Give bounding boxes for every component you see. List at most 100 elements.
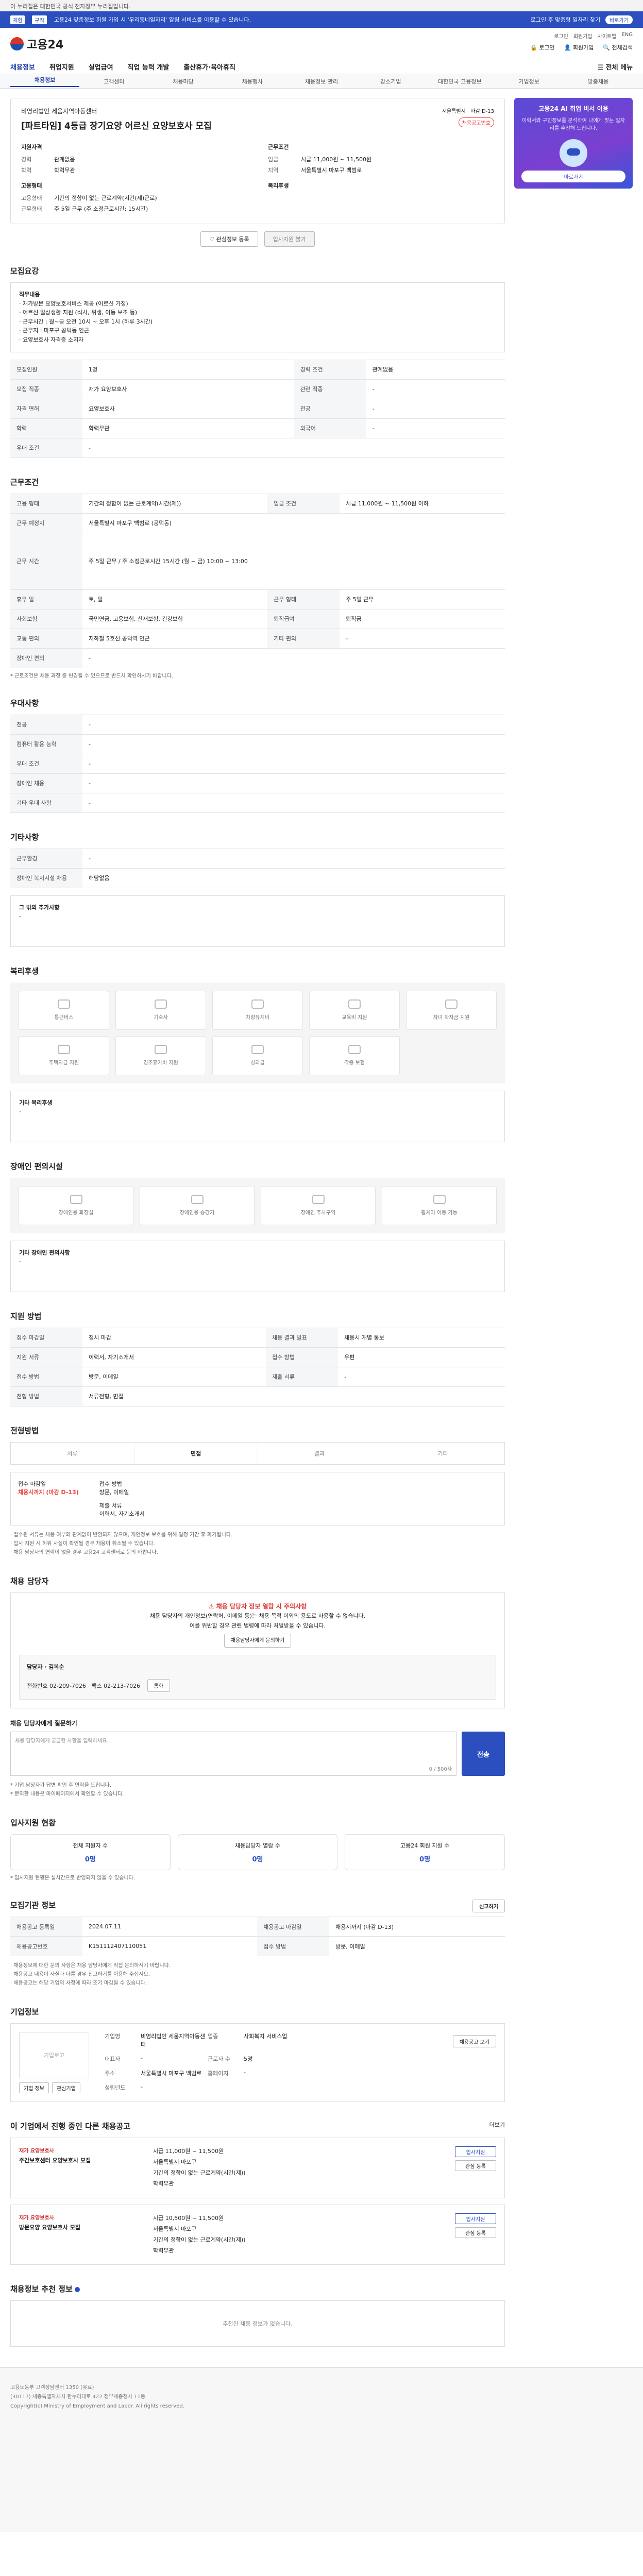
table-row: 기타 우대 사항 - [10,792,505,813]
process-steps: 서류 면접 결과 기타 [10,1442,505,1465]
process-section: 전형방법 서류 면접 결과 기타 접수 마감일 채용시까지 (마감 D-13) 접… [10,1425,505,1557]
job-number-badge: 채용공고번호 [458,117,494,127]
condition-note: * 근로조건은 채용 과정 중 변경될 수 있으므로 반드시 확인하시기 바랍니… [10,673,173,679]
search-icon-button[interactable]: 🔍 전체검색 [603,43,633,52]
util-link[interactable]: 사이트맵 [598,32,617,40]
bookmark-button[interactable]: 관심 등록 [455,2160,496,2172]
section-title: 모집기관 정보 신고하기 [10,1900,505,1913]
util-link[interactable]: 회원가입 [573,32,593,40]
login-icon-button[interactable]: 🔒 로그인 [530,43,555,52]
table-row: 장애인 편의 - [10,648,505,668]
subnav-item[interactable]: 채용정보 [10,76,80,87]
welfare-heading: 복리후생 [268,182,289,189]
apply-button[interactable]: 입사지원 [455,2146,496,2158]
table-row: 자격 면허 요양보호사 전공 - [10,398,505,419]
apply-disabled-button[interactable]: 입사지원 불가 [264,231,315,247]
nav-item-jobs[interactable]: 채용정보 [10,62,35,72]
ask-manager-button[interactable]: 채용담당자에게 문의하기 [224,1634,292,1648]
welfare-tile: 통근버스 [19,990,109,1030]
cap-icon [445,999,458,1009]
bookmark-button[interactable]: ♡ 관심정보 등록 [200,231,258,247]
util-link[interactable]: ENG [621,32,633,40]
job-title: [파트타임] 4등급 장기요양 어르신 요양보호사 모집 [21,121,212,131]
apply-button[interactable]: 입사지원 [455,2213,496,2224]
sub-nav: 채용정보 고객센터 채용마당 채용행사 채용정보 관리 강소기업 대한민국 고용… [0,74,643,89]
subnav-item[interactable]: 채용행사 [218,77,287,86]
subnav-item[interactable]: 맞춤채용 [564,77,633,86]
report-button[interactable]: 신고하기 [472,1900,505,1913]
section-title: 장애인 편의시설 [10,1161,63,1171]
step-item: 결과 [258,1442,382,1464]
facility-tile: 장애인용 승강기 [140,1185,255,1225]
subnav-item[interactable]: 고객센터 [79,77,148,86]
table-row: 장애인 채용 - [10,773,505,793]
job-item[interactable]: 재가 요양보호사 방문요양 요양보호사 모집 시급 10,500원 ~ 11,50… [10,2204,505,2265]
step-item: 면접 [134,1442,258,1464]
welfare-section: 복리후생 통근버스 기숙사 차량유지비 교육비 지원 자녀 학자금 지원 주택자… [10,965,505,1142]
org-info-button[interactable]: 기업 정보 [19,2082,49,2094]
question-textarea[interactable]: 채용 담당자에게 궁금한 사항을 입력하세요. 0 / 500자 [10,1732,456,1776]
bookmark-button[interactable]: 관심 등록 [455,2227,496,2238]
welfare-tile: 경조휴가비 지원 [115,1036,206,1075]
table-row: 근무환경 - [10,848,505,869]
ad-cta-button[interactable]: 바로가기 [521,171,625,182]
elevator-icon [191,1195,204,1205]
nav-item-support[interactable]: 취업지원 [49,62,74,72]
table-row: 휴무 일 토, 일 근무 형태 주 5일 근무 [10,589,505,609]
meta-table: 채용공고 등록일 2024.07.11 채용공고 마감일 채용시까지 (마감 D-13… [10,1917,505,1957]
ai-ad-banner[interactable]: 고용24 AI 취업 비서 이용 이력서와 구인정보를 분석하여 나에게 맞는 … [514,98,633,189]
shield-icon [348,1045,361,1055]
subnav-item[interactable]: 채용정보 관리 [287,77,356,86]
process-notes: · 접수된 서류는 채용 여부와 관계없이 반환되지 않으며, 개인정보 보호를… [10,1532,233,1555]
site-footer: 고용노동부 고객상담센터 1350 (유료) (30117) 세종특별자치시 한… [0,2367,643,2533]
company-name[interactable]: 비영리법인 세움지역아동센터 [21,107,494,115]
dorm-icon [155,999,167,1009]
banner-tag-2[interactable]: 구직 [32,15,47,24]
call-button[interactable]: 통화 [147,1679,171,1692]
subnav-item[interactable]: 기업정보 [495,77,564,86]
site-logo[interactable]: 고용24 [10,36,63,52]
privacy-alert: ⚠ 채용 담당자 정보 열람 시 주의사항 채용 담당자의 개인정보(연락처, … [19,1601,496,1648]
empty-state: 추천된 채용 정보가 없습니다. [10,2300,505,2347]
org-follow-button[interactable]: 관심기업 [52,2082,80,2094]
subnav-item[interactable]: 채용마당 [148,77,217,86]
manager-name: 담당자 · 김복순 [27,1664,64,1671]
meta-section: 모집기관 정보 신고하기 채용공고 등록일 2024.07.11 채용공고 마감일 채용… [10,1900,505,1988]
employment-heading: 고용형태 [21,182,42,189]
more-link[interactable]: 더보기 [489,2121,505,2129]
gov-notice: 이 누리집은 대한민국 공식 전자정부 누리집입니다. [0,0,643,11]
all-menu-button[interactable]: ☰ 전체 메뉴 [597,62,633,72]
table-row: 전형 방법 서류전형, 면접 [10,1386,505,1406]
stat-card: 채용담당자 열람 수 0명 [177,1834,338,1871]
table-row: 근무 시간 주 5일 근무 / 주 소정근로시간 15시간 (월 ~ 금) 10:… [10,532,505,590]
nav-item-training[interactable]: 직업 능력 개발 [128,62,170,72]
section-title: 근무조건 [10,477,39,487]
banner-tag-1[interactable]: 체험 [10,15,25,24]
section-title: 기타사항 [10,832,39,842]
job-description: 직무내용 · 재가방문 요양보호서비스 제공 (어르신 가정) · 어르신 일상… [10,282,505,352]
org-jobs-button[interactable]: 채용공고 보기 [452,2035,496,2048]
send-button[interactable]: 전송 [462,1732,505,1776]
other-table: 근무환경 - 장애인 복지시설 채용 해당없음 [10,848,505,888]
org-details: 기업명 비영리법인 세움지역아동센터 업종 사회복지 서비스업 대표자 - 근로자 수 5명… [105,2033,287,2091]
banner-right-text: 로그인 후 맞춤형 일자리 찾기 [530,16,601,23]
sidebar: 고용24 AI 취업 비서 이용 이력서와 구인정보를 분석하여 나에게 맞는 … [514,89,633,2347]
step-item: 기타 [437,1450,448,1457]
job-item-title: 방문요양 요양보호사 모집 [19,2224,80,2231]
banner-link-button[interactable]: 바로가기 [605,15,633,24]
parking-icon [312,1195,325,1205]
section-title: 복리후생 [10,966,39,976]
job-item-title: 주간보호센터 요양보호사 모집 [19,2157,91,2164]
subnav-item[interactable]: 강소기업 [356,77,425,86]
coin-icon [251,1045,264,1055]
util-link[interactable]: 로그인 [554,32,568,40]
nav-item-benefit[interactable]: 실업급여 [89,62,113,72]
table-row: 모집 직종 재가 요양보호사 관련 직종 - [10,379,505,399]
job-item[interactable]: 재가 요양보호사 주간보호센터 요양보호사 모집 시급 11,000원 ~ 11,… [10,2138,505,2198]
facility-tile: 장애인 주차구역 [261,1185,376,1225]
join-icon-button[interactable]: 👤 회원가입 [564,43,594,52]
table-row: 접수 마감일 정시 마감 채용 결과 발표 채용시 개별 통보 [10,1327,505,1348]
table-row: 전공 - [10,714,505,735]
subnav-item[interactable]: 대한민국 고용정보 [425,77,494,86]
nav-item-leave[interactable]: 출산휴가·육아휴직 [183,62,235,72]
